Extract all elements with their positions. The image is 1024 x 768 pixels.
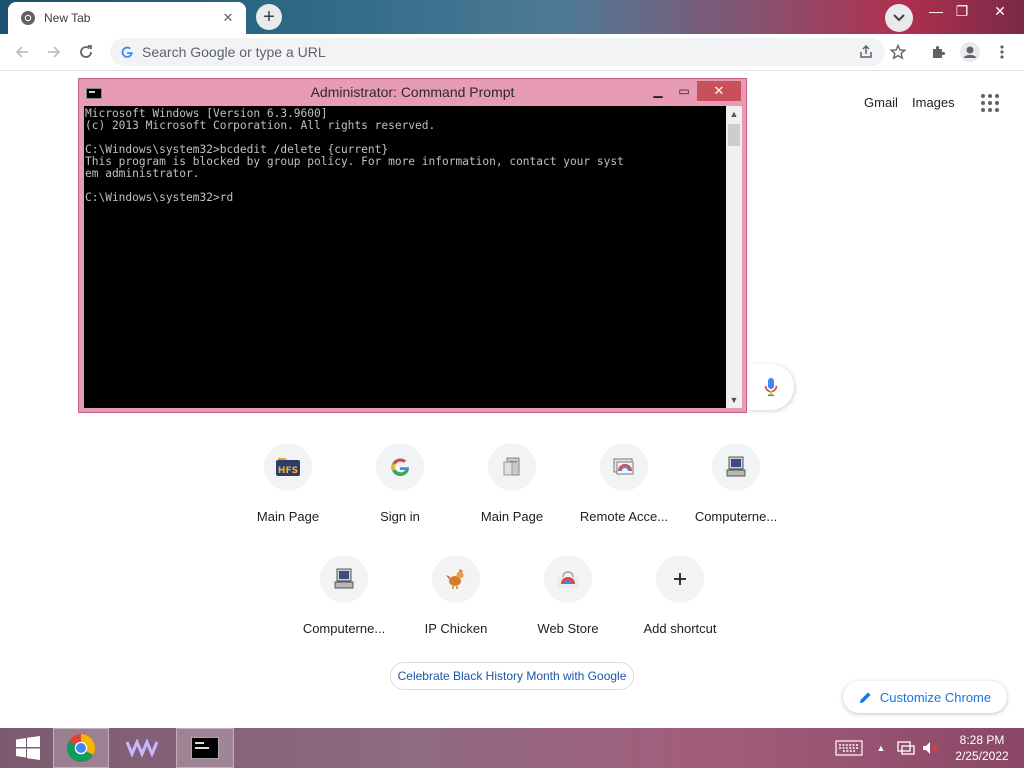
cmd-titlebar[interactable]: Administrator: Command Prompt ▁ ▭ ✕ <box>79 79 746 105</box>
bookmark-star-icon[interactable] <box>886 40 910 64</box>
shortcut-label: Sign in <box>380 509 420 524</box>
cmd-taskbar-icon <box>191 737 219 759</box>
chrome-icon <box>67 734 95 762</box>
start-button[interactable] <box>0 728 56 768</box>
computer-icon <box>712 443 760 491</box>
clock-time: 8:28 PM <box>959 733 1005 747</box>
taskbar-command-prompt[interactable] <box>176 728 234 768</box>
gmail-link[interactable]: Gmail <box>864 95 898 110</box>
arrow-left-icon <box>15 46 28 58</box>
shortcut-label: Main Page <box>256 509 320 524</box>
doodle-promo-chip[interactable]: Celebrate Black History Month with Googl… <box>390 662 634 690</box>
forward-button[interactable] <box>42 40 66 64</box>
taskbar-chrome[interactable] <box>53 728 109 768</box>
tab-new-tab[interactable]: New Tab ✕ <box>8 2 246 34</box>
volume-muted-icon[interactable] <box>919 728 941 768</box>
cmd-close-button[interactable]: ✕ <box>697 81 741 101</box>
touch-keyboard-icon[interactable] <box>832 728 866 768</box>
shortcut-tile[interactable]: Computerne... <box>288 555 400 655</box>
shortcut-tile[interactable]: IP Chicken <box>400 555 512 655</box>
arrow-right-icon <box>48 46 61 58</box>
tab-strip: New Tab ✕ + — ❐ ✕ <box>0 0 1024 34</box>
shortcut-tile[interactable]: Sign in <box>344 443 456 543</box>
shortcut-label: Add shortcut <box>643 621 717 636</box>
new-tab-button[interactable]: + <box>256 4 282 30</box>
shortcut-tile[interactable]: Web Store <box>512 555 624 655</box>
chrome-favicon-icon <box>20 10 36 26</box>
webstore-icon <box>544 555 592 603</box>
remote-access-icon <box>600 443 648 491</box>
extensions-puzzle-icon[interactable] <box>926 40 950 64</box>
chicken-icon <box>432 555 480 603</box>
scroll-thumb[interactable] <box>728 124 740 146</box>
shortcut-tile[interactable]: Computerne... <box>680 443 792 543</box>
shortcut-label: Remote Acce... <box>579 509 669 524</box>
reload-icon <box>80 45 92 58</box>
console-prompt-line[interactable]: C:\Windows\system32>rd <box>85 192 726 204</box>
tray-overflow-chevron-icon[interactable]: ▲ <box>874 728 888 768</box>
customize-chrome-button[interactable]: Customize Chrome <box>843 681 1007 713</box>
shortcut-label: Main Page <box>480 509 544 524</box>
microphone-icon <box>764 378 778 397</box>
taskbar-app-waves[interactable] <box>114 728 170 768</box>
shortcut-label: Computerne... <box>694 509 778 524</box>
shortcut-label: IP Chicken <box>424 621 488 636</box>
network-icon[interactable] <box>895 728 917 768</box>
cmd-scrollbar[interactable]: ▲ ▼ <box>726 106 742 408</box>
command-prompt-window[interactable]: Administrator: Command Prompt ▁ ▭ ✕ Micr… <box>78 78 747 413</box>
restore-window-button[interactable]: ❐ <box>944 0 980 22</box>
hfs-icon: HFS <box>264 443 312 491</box>
shortcut-tile[interactable]: Main Page <box>456 443 568 543</box>
share-icon[interactable] <box>854 40 878 64</box>
taskbar-clock[interactable]: 8:28 PM 2/25/2022 <box>944 732 1020 764</box>
clock-date: 2/25/2022 <box>955 749 1009 763</box>
shortcut-label: Computerne... <box>302 621 386 636</box>
shortcut-tile[interactable]: HFS Main Page <box>232 443 344 543</box>
server-icon <box>488 443 536 491</box>
profile-avatar-icon[interactable] <box>958 40 982 64</box>
close-window-button[interactable]: ✕ <box>982 0 1018 22</box>
console-line: em administrator. <box>85 167 200 180</box>
back-button[interactable] <box>10 40 34 64</box>
google-apps-icon[interactable] <box>981 94 999 112</box>
tab-title: New Tab <box>44 11 91 25</box>
windows-logo-icon <box>16 736 40 760</box>
images-link[interactable]: Images <box>912 95 955 110</box>
cmd-minimize-button[interactable]: ▁ <box>645 82 671 100</box>
cmd-maximize-button[interactable]: ▭ <box>671 82 697 100</box>
tab-search-button[interactable] <box>885 4 913 32</box>
tab-close-icon[interactable]: ✕ <box>220 10 236 26</box>
chevron-down-icon <box>893 14 905 22</box>
more-menu-icon[interactable] <box>990 40 1014 64</box>
cmd-console[interactable]: Microsoft Windows [Version 6.3.9600] (c)… <box>84 106 726 408</box>
shortcut-tile[interactable]: Remote Acce... <box>568 443 680 543</box>
google-g-icon <box>118 43 136 61</box>
windows-taskbar: ▲ 8:28 PM 2/25/2022 <box>0 728 1024 768</box>
computer-icon <box>320 555 368 603</box>
reload-button[interactable] <box>74 40 98 64</box>
omnibox-placeholder: Search Google or type a URL <box>142 44 326 60</box>
vmware-app-icon <box>126 739 158 757</box>
plus-icon <box>656 555 704 603</box>
customize-chrome-label: Customize Chrome <box>879 689 992 705</box>
scroll-down-icon[interactable]: ▼ <box>726 392 742 408</box>
add-shortcut-tile[interactable]: Add shortcut <box>624 555 736 655</box>
voice-search-button[interactable] <box>748 364 794 410</box>
google-icon <box>376 443 424 491</box>
pencil-icon <box>859 692 871 703</box>
scroll-up-icon[interactable]: ▲ <box>726 106 742 122</box>
browser-toolbar: Search Google or type a URL <box>0 34 1024 71</box>
omnibox[interactable]: Search Google or type a URL <box>110 38 885 66</box>
svg-text:HFS: HFS <box>278 466 298 476</box>
shortcut-label: Web Store <box>537 621 599 636</box>
console-line: (c) 2013 Microsoft Corporation. All righ… <box>85 119 436 132</box>
